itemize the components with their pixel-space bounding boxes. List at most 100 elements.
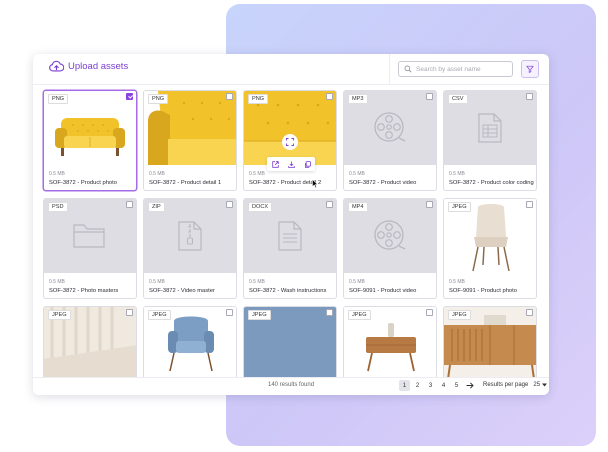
next-page-button[interactable] — [464, 380, 476, 391]
file-type-badge: PNG — [48, 94, 69, 104]
page-4-button[interactable]: 4 — [438, 380, 449, 391]
asset-card[interactable]: MP4 0.5 MB SOF-9091 - Product video — [343, 198, 437, 299]
file-type-badge: PSD — [48, 202, 68, 212]
file-size: 0.5 MB — [349, 279, 365, 285]
asset-title: SOF-3872 - Product detail 2 — [249, 180, 322, 186]
asset-title: SOF-3872 - Wash instructions — [249, 288, 327, 294]
open-external-icon — [271, 160, 279, 168]
asset-card[interactable]: ZIP 0.5 MB SOF-3872 - Video master — [143, 198, 237, 299]
select-checkbox[interactable] — [526, 309, 533, 316]
file-size: 0.5 MB — [49, 171, 65, 177]
file-type-badge: CSV — [448, 94, 468, 104]
asset-card[interactable]: PNG 0.5 MB SOF-3872 - Product detail 2 — [243, 90, 337, 191]
file-size: 0.5 MB — [49, 279, 65, 285]
select-checkbox[interactable] — [326, 201, 333, 208]
file-size: 0.5 MB — [149, 279, 165, 285]
select-checkbox[interactable] — [426, 309, 433, 316]
asset-library-window: Upload assets PNG 0.5 MB SOF-3872 - Produc… — [33, 54, 549, 395]
select-checkbox[interactable] — [126, 309, 133, 316]
asset-title: SOF-9091 - Product photo — [449, 288, 517, 294]
results-per-page-select[interactable]: 25 — [533, 382, 548, 388]
file-type-badge: ZIP — [148, 202, 165, 212]
select-checkbox[interactable] — [326, 309, 333, 316]
file-type-badge: MP4 — [348, 202, 368, 212]
page-1-button[interactable]: 1 — [399, 380, 410, 391]
folder-icon — [73, 224, 105, 248]
asset-title: SOF-3872 - Video master — [149, 288, 215, 294]
document-icon — [278, 221, 302, 251]
chevron-down-icon — [542, 383, 548, 387]
file-size: 0.5 MB — [449, 171, 465, 177]
file-type-badge: DOCX — [248, 202, 273, 212]
page-3-button[interactable]: 3 — [425, 380, 436, 391]
toolbar-divider — [389, 54, 390, 85]
file-type-badge: PNG — [148, 94, 169, 104]
select-checkbox[interactable] — [526, 93, 533, 100]
asset-card[interactable]: JPEG 0.5 MB SOF-9091 - Product photo — [443, 198, 537, 299]
asset-title: SOF-3872 - Product photo — [49, 180, 117, 186]
file-type-badge: JPEG — [248, 310, 271, 320]
select-checkbox[interactable] — [126, 93, 133, 100]
cloud-upload-icon — [49, 60, 64, 72]
asset-card[interactable]: PNG 0.5 MB SOF-3872 - Product detail 1 — [143, 90, 237, 191]
copy-icon — [304, 160, 311, 168]
select-checkbox[interactable] — [126, 201, 133, 208]
search-field[interactable] — [398, 61, 513, 77]
file-size: 0.5 MB — [149, 171, 165, 177]
zip-file-icon — [178, 221, 202, 251]
pagination: 1 2 3 4 5 — [399, 380, 476, 391]
search-input[interactable] — [416, 65, 506, 73]
asset-title: SOF-3872 - Product color coding — [449, 180, 534, 186]
film-reel-icon — [374, 112, 406, 142]
open-button[interactable] — [270, 159, 280, 169]
file-type-badge: PNG — [248, 94, 269, 104]
spreadsheet-icon — [478, 113, 502, 143]
select-checkbox[interactable] — [226, 93, 233, 100]
select-checkbox[interactable] — [426, 201, 433, 208]
filter-icon — [526, 65, 534, 73]
file-type-badge: JPEG — [448, 310, 471, 320]
expand-icon — [286, 137, 294, 146]
upload-assets-label: Upload assets — [68, 61, 129, 72]
toolbar: Upload assets — [33, 54, 549, 85]
select-checkbox[interactable] — [226, 309, 233, 316]
select-checkbox[interactable] — [226, 201, 233, 208]
asset-card[interactable]: CSV 0.5 MB SOF-3872 - Product color coding — [443, 90, 537, 191]
asset-card[interactable]: DOCX 0.5 MB SOF-3872 - Wash instructions — [243, 198, 337, 299]
upload-assets-button[interactable]: Upload assets — [49, 60, 128, 73]
file-size: 0.5 MB — [249, 171, 265, 177]
asset-title: SOF-3872 - Product detail 1 — [149, 180, 222, 186]
asset-title: SOF-9091 - Product video — [349, 288, 417, 294]
arrow-right-icon — [466, 382, 474, 389]
results-count: 140 results found — [268, 382, 315, 388]
select-checkbox[interactable] — [526, 201, 533, 208]
select-checkbox[interactable] — [326, 93, 333, 100]
page-2-button[interactable]: 2 — [412, 380, 423, 391]
file-size: 0.5 MB — [349, 171, 365, 177]
results-per-page-label: Results per page — [483, 382, 529, 388]
asset-card[interactable]: PNG 0.5 MB SOF-3872 - Product photo — [43, 90, 137, 191]
file-size: 0.5 MB — [249, 279, 265, 285]
mouse-cursor-icon — [312, 179, 318, 188]
file-type-badge: JPEG — [348, 310, 371, 320]
asset-actions — [267, 157, 315, 171]
copy-button[interactable] — [302, 159, 312, 169]
file-type-badge: JPEG — [148, 310, 171, 320]
file-size: 0.5 MB — [449, 279, 465, 285]
file-type-badge: JPEG — [448, 202, 471, 212]
results-per-page-value: 25 — [533, 382, 541, 388]
download-icon — [287, 161, 295, 168]
filter-button[interactable] — [521, 60, 539, 78]
pagination-footer: 140 results found 1 2 3 4 5 Results per … — [33, 377, 549, 395]
search-icon — [404, 65, 412, 73]
preview-button[interactable] — [282, 133, 298, 150]
page-5-button[interactable]: 5 — [451, 380, 462, 391]
asset-card[interactable]: MP3 0.5 MB SOF-3872 - Product video — [343, 90, 437, 191]
film-reel-icon — [374, 220, 406, 250]
file-type-badge: MP3 — [348, 94, 368, 104]
asset-title: SOF-3872 - Photo masters — [49, 288, 119, 294]
asset-title: SOF-3872 - Product video — [349, 180, 417, 186]
select-checkbox[interactable] — [426, 93, 433, 100]
download-button[interactable] — [286, 159, 296, 169]
asset-card[interactable]: PSD 0.5 MB SOF-3872 - Photo masters — [43, 198, 137, 299]
